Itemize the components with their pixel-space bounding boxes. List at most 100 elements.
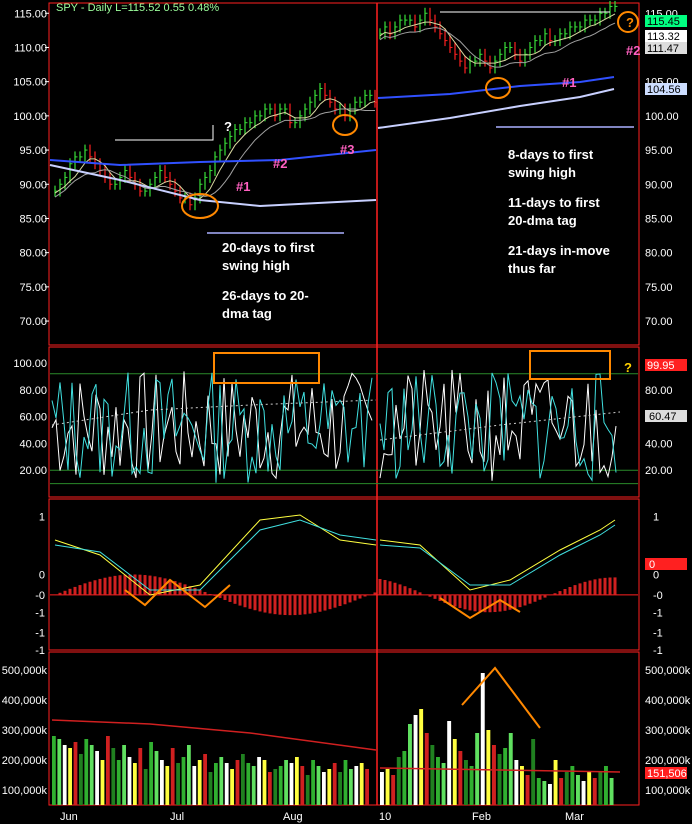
volume-bar	[305, 775, 310, 805]
stoch-tick-left: 100.00	[13, 358, 47, 370]
volume-bar	[542, 781, 547, 805]
volume-bar	[52, 736, 56, 805]
volume-bar	[430, 745, 435, 805]
stoch-tick-right: 40.00	[645, 438, 673, 450]
volume-bar	[520, 766, 524, 805]
volume-bar	[284, 760, 288, 805]
volume-bar	[343, 760, 348, 805]
volume-bar	[57, 739, 62, 805]
macd-tick-right: -1	[653, 628, 663, 640]
volume-bar	[480, 673, 485, 805]
volume-bar	[89, 745, 94, 805]
stoch-tick-left: 80.00	[19, 385, 47, 397]
macd-line-right	[379, 519, 616, 591]
volume-bar	[257, 757, 261, 805]
volume-bar	[84, 739, 89, 805]
price-label: 104.56	[647, 84, 681, 96]
stock-chart: 115.00115.00110.00110.00105.00105.00100.…	[0, 0, 692, 824]
vol-tick-left: 500,000k	[2, 665, 48, 677]
x-label-jul: Jul	[170, 811, 184, 823]
vol-tick-left: 300,000k	[2, 725, 48, 737]
volume-bar	[486, 730, 491, 805]
price-tick-left: 115.00	[14, 8, 47, 20]
volume-bar	[300, 766, 305, 805]
stoch-d-right	[379, 372, 617, 482]
volume-bar	[581, 781, 586, 805]
marker-1-right: #1	[562, 75, 576, 90]
volume-bar	[181, 757, 186, 805]
ma-200-right	[377, 88, 615, 129]
vol-tick-left: 400,000k	[2, 695, 48, 707]
chart-canvas: 115.00115.00110.00110.00105.00105.00100.…	[2, 0, 691, 823]
vol-tick-left: 200,000k	[2, 755, 48, 767]
volume-bar	[278, 766, 283, 805]
right-note-3b: thus far	[508, 261, 556, 276]
price-tick-left: 80.00	[19, 248, 47, 260]
x-label-10: 10	[379, 811, 391, 823]
volume-bar	[95, 751, 99, 805]
vol-ma-left	[51, 719, 377, 751]
macd-tick-left: -1	[35, 645, 45, 657]
volume-bar	[338, 772, 342, 805]
volume-bar	[251, 766, 256, 805]
volume-bar	[176, 763, 180, 805]
left-note-1b: swing high	[222, 258, 290, 273]
right-note-1b: swing high	[508, 165, 576, 180]
price-label: 113.32	[647, 31, 680, 43]
left-note-2a: 26-days to 20-	[222, 288, 309, 303]
macd-signal-right	[379, 524, 616, 586]
volume-bar	[396, 757, 401, 805]
volume-bar	[111, 748, 116, 805]
volume-bar	[224, 763, 229, 805]
volume-bar	[391, 775, 396, 805]
volume-bar	[531, 739, 536, 805]
right-note-2b: 20-dma tag	[508, 213, 577, 228]
volume-bar	[138, 748, 143, 805]
volume-bar	[327, 769, 332, 805]
volume-bar	[587, 772, 592, 805]
ma-50-left	[49, 149, 377, 167]
price-tick-left: 90.00	[19, 179, 47, 191]
volume-bar	[246, 763, 251, 805]
volume-bar	[354, 766, 359, 805]
ma-10-left	[54, 98, 376, 201]
marker-3-left: #3	[340, 142, 354, 157]
vol-tick-right: 100,000k	[645, 785, 691, 797]
vol-tick-right: 400,000k	[645, 695, 691, 707]
left-question-mark: ?	[224, 119, 232, 134]
volume-bar	[241, 754, 245, 805]
volume-bar	[514, 760, 519, 805]
volume-bar	[214, 763, 218, 805]
volume-bar	[413, 715, 418, 805]
stoch-tick-left: 60.00	[19, 412, 47, 424]
x-label-jun: Jun	[60, 811, 78, 823]
volume-bar	[458, 751, 463, 805]
price-tick-right: 100.00	[645, 111, 679, 123]
vol-tick-right: 500,000k	[645, 665, 691, 677]
macd-tick-left: -1	[35, 607, 45, 619]
stoch-question: ?	[624, 360, 632, 375]
volume-bar	[149, 742, 153, 805]
stoch-tick-left: 40.00	[19, 438, 47, 450]
volume-bar	[402, 751, 407, 805]
volume-bar	[133, 763, 137, 805]
price-tick-left: 110.00	[14, 42, 47, 54]
volume-bar	[576, 775, 580, 805]
volume-bar	[365, 769, 369, 805]
price-y-axis: 115.00115.00110.00110.00105.00105.00100.…	[13, 8, 678, 328]
price-tick-left: 75.00	[19, 282, 47, 294]
volume-bar	[359, 763, 364, 805]
volume-bar	[419, 709, 424, 805]
volume-bar	[553, 760, 558, 805]
volume-bar	[332, 763, 337, 805]
volume-bar	[436, 757, 440, 805]
vol-tick-right: 200,000k	[645, 755, 691, 767]
macd-tick-right: 1	[653, 511, 659, 523]
stoch-d-left	[51, 372, 373, 483]
volume-bar	[230, 769, 234, 805]
volume-bar	[165, 766, 170, 805]
price-tick-left: 105.00	[13, 77, 47, 89]
volume-bar	[592, 778, 597, 805]
volume-bar	[219, 757, 224, 805]
macd-tick-right: 0	[653, 570, 659, 582]
